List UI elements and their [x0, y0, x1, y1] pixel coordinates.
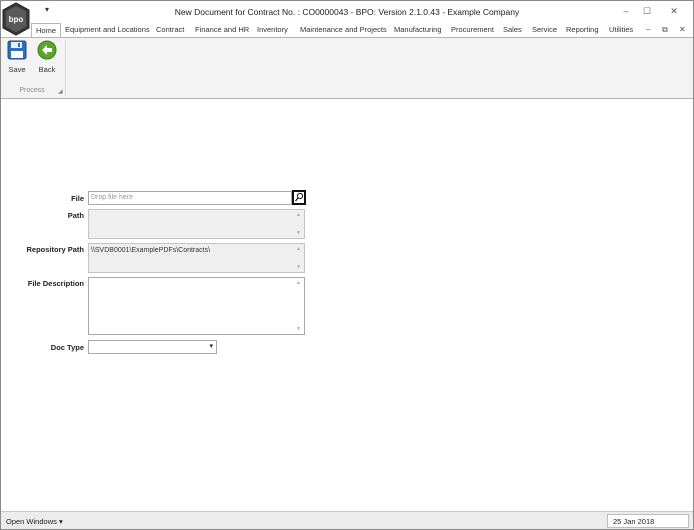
file-placeholder: Drop file here	[91, 194, 134, 201]
tab-contract[interactable]: Contract	[156, 23, 184, 38]
process-group-label: Process	[19, 87, 45, 94]
tab-sales[interactable]: Sales	[503, 23, 522, 38]
tab-finance-and-hr[interactable]: Finance and HR	[195, 23, 249, 38]
file-label: File	[71, 194, 84, 203]
restore-button[interactable]: ⧉	[662, 23, 668, 38]
repository-path-field[interactable]: \\SVDB0001\ExamplePDFs\Contracts\ ▲ ▼	[88, 243, 305, 273]
window-title: New Document for Contract No. : CO000004…	[174, 7, 520, 17]
doc-type-label: Doc Type	[50, 343, 84, 352]
back-arrow-icon	[37, 40, 57, 60]
ribbon-collapse-button[interactable]: –	[646, 23, 650, 38]
search-icon	[295, 192, 304, 202]
scroll-down-icon[interactable]: ▼	[295, 230, 302, 236]
open-windows-menu[interactable]: Open Windows ▾	[6, 517, 63, 526]
scroll-up-icon[interactable]: ▲	[295, 212, 302, 218]
back-button-label: Back	[38, 65, 56, 74]
tab-utilities[interactable]: Utilities	[609, 23, 633, 38]
scroll-up-icon[interactable]: ▲	[295, 246, 302, 252]
tab-service[interactable]: Service	[532, 23, 557, 38]
path-label: Path	[67, 211, 84, 220]
ribbon-tabs: Home Equipment and Locations Contract Fi…	[1, 22, 693, 38]
browse-button[interactable]	[292, 190, 306, 205]
file-description-label: File Description	[27, 279, 84, 288]
tab-home[interactable]: Home	[31, 23, 62, 38]
tab-inventory[interactable]: Inventory	[257, 23, 288, 38]
ribbon-panel: Save Back Process ◢	[1, 37, 693, 99]
date-display: 25 Jan 2018	[607, 514, 689, 528]
minimize-button[interactable]: –	[617, 4, 635, 18]
save-button[interactable]: Save	[4, 40, 30, 74]
tab-equipment-and-locations[interactable]: Equipment and Locations	[65, 23, 150, 38]
repository-path-label: Repository Path	[26, 245, 84, 254]
save-button-label: Save	[8, 65, 26, 74]
tab-manufacturing[interactable]: Manufacturing	[394, 23, 442, 38]
file-description-field[interactable]: ▲ ▼	[88, 277, 305, 335]
repository-path-value: \\SVDB0001\ExamplePDFs\Contracts\	[91, 247, 211, 254]
tab-maintenance-and-projects[interactable]: Maintenance and Projects	[300, 23, 387, 38]
tab-procurement[interactable]: Procurement	[451, 23, 494, 38]
chevron-down-icon: ▾	[209, 343, 213, 350]
document-close-button[interactable]: ✕	[679, 23, 686, 38]
scroll-down-icon[interactable]: ▼	[295, 326, 302, 332]
title-bar: bpo ▾ New Document for Contract No. : CO…	[1, 1, 693, 36]
group-launcher-icon[interactable]: ◢	[58, 88, 63, 95]
app-window: bpo ▾ New Document for Contract No. : CO…	[0, 0, 694, 530]
back-button[interactable]: Back	[34, 40, 60, 74]
floppy-disk-icon	[7, 40, 27, 60]
scroll-up-icon[interactable]: ▲	[295, 280, 302, 286]
tab-reporting[interactable]: Reporting	[566, 23, 599, 38]
scroll-down-icon[interactable]: ▼	[295, 264, 302, 270]
file-drop-field[interactable]: Drop file here	[88, 191, 292, 205]
doc-type-select[interactable]: ▾	[88, 340, 217, 354]
group-separator	[65, 40, 66, 96]
path-field[interactable]: ▲ ▼	[88, 209, 305, 239]
maximize-button[interactable]: ☐	[638, 4, 656, 18]
close-button[interactable]: ✕	[665, 4, 683, 18]
status-bar: Open Windows ▾ 25 Jan 2018	[1, 511, 693, 529]
